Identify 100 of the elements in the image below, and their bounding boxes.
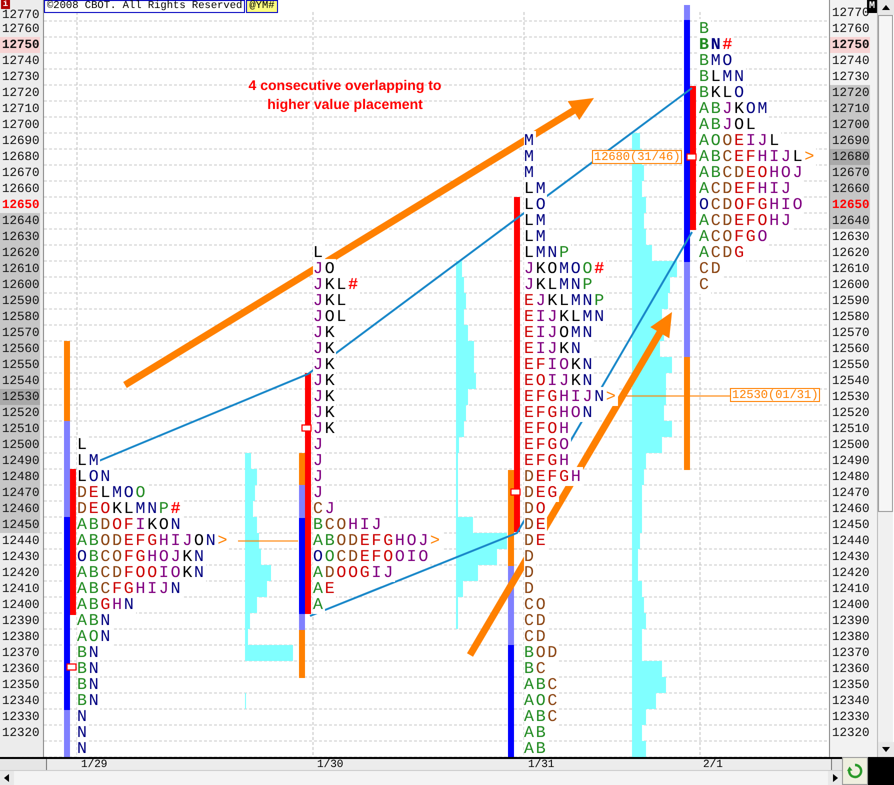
- axis-label: 12640: [0, 213, 40, 229]
- axis-label: 12590: [831, 293, 870, 309]
- color-swatch[interactable]: [868, 757, 894, 785]
- axis-label: 12540: [831, 373, 870, 389]
- mode-badge[interactable]: M: [867, 0, 877, 13]
- axis-label: 12710: [1, 101, 40, 117]
- scrollbar-thumb[interactable]: [878, 15, 893, 512]
- tpo-letters: E: [324, 579, 336, 598]
- axis-label: 12450: [0, 517, 40, 533]
- horizontal-scrollbar[interactable]: [0, 770, 842, 785]
- tpo-letters: H: [112, 595, 124, 614]
- tpo-letters: OOG: [336, 563, 372, 582]
- axis-label: 12570: [0, 325, 40, 341]
- axis-label: 12440: [1, 533, 40, 549]
- tpo-letters: N: [194, 563, 206, 582]
- axis-label: 12400: [831, 597, 870, 613]
- axis-label: 12520: [831, 405, 870, 421]
- tpo-letters: HJ: [769, 211, 793, 230]
- axis-label: 12640: [830, 213, 870, 229]
- axis-label: 12580: [831, 309, 870, 325]
- axis-label: 12490: [0, 453, 40, 469]
- axis-label: 12370: [831, 645, 870, 661]
- axis-label: 12690: [830, 133, 870, 149]
- axis-label: 12680: [830, 149, 870, 165]
- axis-label: 12680: [1, 149, 40, 165]
- price-tag: 12530(01/31): [730, 388, 820, 402]
- level-line: [238, 540, 298, 542]
- axis-label: 12720: [830, 85, 870, 101]
- axis-label: 12320: [831, 725, 870, 741]
- tpo-letters: N: [88, 691, 100, 710]
- axis-label: 12500: [831, 437, 870, 453]
- axis-label: 12730: [1, 69, 40, 85]
- axis-label: 12350: [831, 677, 870, 693]
- axis-label: 12470: [0, 485, 40, 501]
- axis-label: 12530: [831, 389, 870, 405]
- axis-label: 12630: [0, 229, 40, 245]
- axis-label: 12700: [1, 117, 40, 133]
- axis-label: 12420: [1, 565, 40, 581]
- annotation-text: 4 consecutive overlapping to higher value placement: [248, 76, 442, 114]
- tpo-letters: G: [734, 243, 746, 262]
- tpo-letters: N: [100, 627, 112, 646]
- axis-label: 12410: [1, 581, 40, 597]
- date-label: 1/29: [81, 759, 108, 771]
- axis-label: 12400: [1, 597, 40, 613]
- tpo-letters: E: [536, 531, 548, 550]
- axis-label: 12430: [831, 549, 870, 565]
- axis-label: 12490: [831, 453, 870, 469]
- tpo-letters: >: [804, 147, 816, 166]
- tpo-letters: HO: [559, 403, 583, 422]
- scroll-left-icon[interactable]: [0, 771, 14, 785]
- axis-label: 12560: [831, 341, 870, 357]
- axis-label: 12330: [1, 709, 40, 725]
- tpo-letters: N: [170, 579, 182, 598]
- price-tag: 12680(31/46): [592, 150, 682, 164]
- scroll-down-icon[interactable]: [878, 742, 894, 757]
- axis-label: 12560: [0, 341, 40, 357]
- tpo-letters: #: [594, 259, 606, 278]
- axis-label: 12650: [1, 197, 40, 213]
- axis-label: 12450: [831, 517, 870, 533]
- axis-label: 12340: [831, 693, 870, 709]
- vertical-scrollbar[interactable]: [877, 0, 893, 757]
- axis-label: 12370: [1, 645, 40, 661]
- tpo-letters: C: [699, 275, 711, 294]
- axis-label: 12390: [831, 613, 870, 629]
- axis-label: 12410: [831, 581, 870, 597]
- tpo-letters: OIO: [394, 547, 430, 566]
- axis-label: 12760: [1, 21, 40, 37]
- axis-label: 12330: [831, 709, 870, 725]
- symbol-label: @YM#: [246, 0, 278, 13]
- tpo-letters: HIJ: [136, 579, 171, 598]
- axis-label: 12480: [831, 469, 870, 485]
- axis-label: 12600: [831, 277, 870, 293]
- date-label: 2/1: [703, 759, 723, 771]
- axis-label: 12460: [831, 501, 870, 517]
- axis-label: 12690: [1, 133, 40, 149]
- axis-label: 12720: [1, 85, 40, 101]
- tpo-letters: >: [217, 531, 230, 550]
- axis-label: 12730: [831, 69, 870, 85]
- axis-label: 12770: [1, 9, 40, 21]
- axis-label: 12540: [0, 373, 40, 389]
- axis-label: 12380: [1, 629, 40, 645]
- scroll-up-icon[interactable]: [878, 0, 894, 15]
- tpo-letters: N: [206, 531, 218, 550]
- axis-label: 12740: [1, 53, 40, 69]
- tpo-letters: A: [313, 595, 325, 614]
- axis-label: 12600: [0, 277, 40, 293]
- tpo-letters: IJ: [372, 563, 395, 582]
- axis-label: 12670: [830, 165, 870, 181]
- axis-label: 12620: [831, 245, 870, 261]
- axis-label: 12750: [830, 37, 870, 53]
- scroll-right-icon[interactable]: [828, 771, 842, 785]
- tpo-letters: CD: [699, 259, 722, 278]
- tpo-letters: AB: [524, 739, 548, 757]
- axis-label: 12660: [1, 181, 40, 197]
- axis-label: 12760: [831, 21, 870, 37]
- axis-label: 12390: [1, 613, 40, 629]
- axis-label: 12570: [831, 325, 870, 341]
- axis-label: 12340: [1, 693, 40, 709]
- axis-label: 12750: [0, 37, 40, 53]
- axis-label: 12420: [831, 565, 870, 581]
